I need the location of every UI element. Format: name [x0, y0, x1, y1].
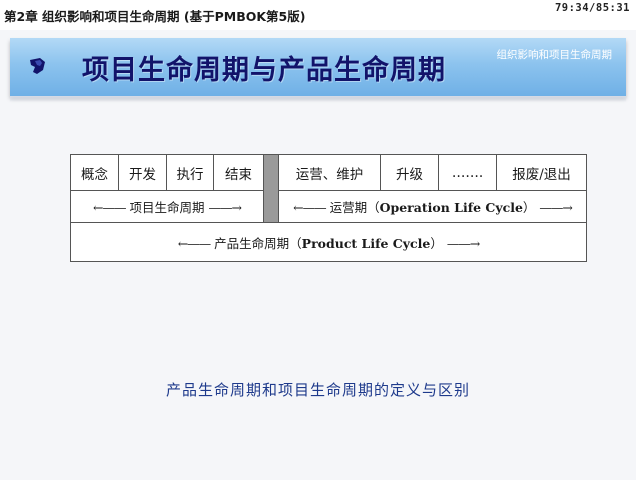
phase-cell: ……. [438, 154, 497, 191]
left-arrow: ←—— [177, 235, 211, 251]
phase-cell: 报废/退出 [496, 154, 587, 191]
phase-cell: 升级 [380, 154, 439, 191]
right-arrow: ——→ [446, 235, 480, 251]
lifecycle-table: 概念 开发 执行 结束 运营、维护 升级 ……. 报废/退出 ←—— 项目生命周… [70, 154, 587, 262]
product-row: ←—— 产品生命周期（Product Life Cycle） ——→ [70, 222, 587, 262]
left-arrow: ←—— [93, 200, 126, 215]
operation-label-close: ） [522, 200, 536, 215]
slide-caption: 产品生命周期和项目生命周期的定义与区别 [165, 381, 470, 399]
right-arrow: ——→ [208, 200, 241, 215]
phase-cell: 执行 [166, 154, 214, 191]
phase-divider [263, 154, 279, 223]
product-life-cycle-cell: ←—— 产品生命周期（Product Life Cycle） ——→ [70, 222, 587, 262]
phase-cell: 概念 [70, 154, 119, 191]
cycle-label-row: ←—— 项目生命周期 ——→ ←—— 运营期（Operation Life Cy… [70, 190, 587, 223]
slide-banner: 项目生命周期与产品生命周期 组织影响和项目生命周期 [10, 38, 626, 96]
phase-row: 概念 开发 执行 结束 运营、维护 升级 ……. 报废/退出 [70, 154, 587, 223]
left-arrow: ←—— [293, 200, 326, 215]
slide-title: 项目生命周期与产品生命周期 [82, 55, 446, 86]
slide-subtitle: 组织影响和项目生命周期 [496, 49, 613, 61]
operation-life-cycle-cell: ←—— 运营期（Operation Life Cycle） ——→ [278, 190, 587, 223]
product-label-en: Product Life Cycle [301, 235, 431, 251]
product-label-cn: 产品生命周期（ [214, 235, 302, 251]
operation-label-cn: 运营期（ [329, 200, 380, 215]
phase-cell: 结束 [213, 154, 264, 191]
operation-label-en: Operation Life Cycle [379, 200, 523, 215]
right-arrow: ——→ [539, 200, 572, 215]
phase-cell: 运营、维护 [278, 154, 381, 191]
phase-cell: 开发 [118, 154, 167, 191]
playback-timer: 79:34/85:31 [554, 2, 630, 14]
chapter-title: 第2章 组织影响和项目生命周期 (基于PMBOK第5版) [4, 9, 306, 24]
project-life-cycle-cell: ←—— 项目生命周期 ——→ [70, 190, 264, 223]
banner-shadow [10, 96, 626, 102]
product-label-close: ） [430, 235, 443, 251]
project-life-cycle-label: 项目生命周期 [129, 200, 205, 215]
top-bar: 第2章 组织影响和项目生命周期 (基于PMBOK第5版) 79:34/85:31 [0, 0, 636, 30]
ribbon-bullet-icon [30, 58, 45, 74]
